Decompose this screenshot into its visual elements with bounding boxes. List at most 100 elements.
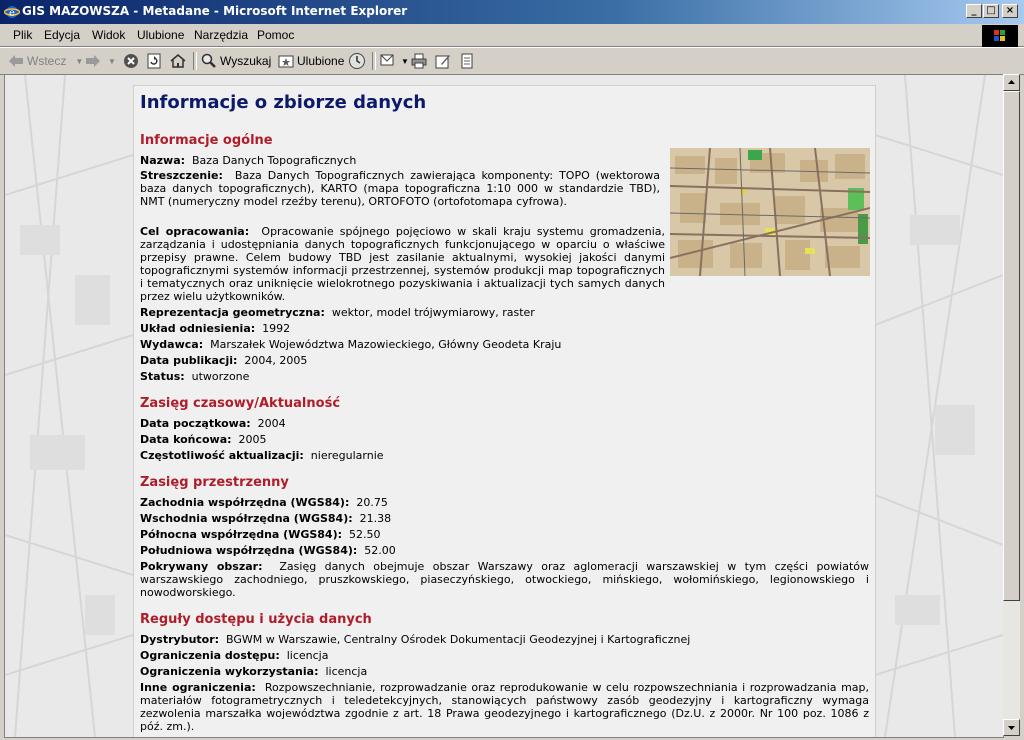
scroll-down-button[interactable] (1003, 719, 1020, 736)
mail-button[interactable]: ▼ (380, 52, 409, 70)
print-button[interactable] (411, 52, 427, 70)
field-value: licencja (325, 665, 368, 678)
field-label: Reprezentacja geometryczna: (140, 306, 325, 319)
field-dystrybutor: Dystrybutor: BGWM w Warszawie, Centralny… (140, 633, 869, 646)
windows-flag-icon (994, 30, 1005, 41)
field-cel: Cel opracowania: Opracowanie spójnego po… (140, 225, 665, 303)
stop-button[interactable] (123, 52, 139, 70)
scroll-up-button[interactable] (1003, 74, 1020, 91)
favorites-button[interactable]: Ulubione (278, 52, 344, 70)
field-czestotliwosc: Częstotliwość aktualizacji: nieregularni… (140, 449, 869, 462)
field-data-publikacji: Data publikacji: 2004, 2005 (140, 354, 869, 367)
field-label: Częstotliwość aktualizacji: (140, 449, 304, 462)
metadata-panel: Informacje o zbiorze danych Informacje o… (133, 85, 876, 737)
minimize-button[interactable]: _ (966, 4, 982, 18)
field-status: Status: utworzone (140, 370, 869, 383)
menu-pomoc[interactable]: Pomoc (257, 28, 294, 42)
arrow-down-icon (1008, 726, 1015, 730)
favorites-icon (278, 55, 294, 68)
printer-icon (411, 53, 427, 69)
field-value: 2004, 2005 (244, 354, 308, 367)
history-button[interactable] (348, 52, 366, 70)
arrow-up-icon (1008, 80, 1015, 84)
back-arrow-icon (9, 55, 23, 67)
title-bar: e GIS MAZOWSZA - Metadane - Microsoft In… (0, 0, 1024, 24)
internet-explorer-icon: e (4, 6, 20, 19)
field-value: Baza Danych Topograficznych (192, 154, 357, 167)
scroll-thumb[interactable] (1003, 91, 1020, 601)
field-data-koncowa: Data końcowa: 2005 (140, 433, 869, 446)
mail-icon (380, 54, 394, 66)
menu-narzedzia[interactable]: Narzędzia (194, 28, 248, 42)
field-uklad: Układ odniesienia: 1992 (140, 322, 869, 335)
field-label: Data początkowa: (140, 417, 251, 430)
search-icon (201, 53, 216, 68)
field-ograniczenia-wykorzystania: Ograniczenia wykorzystania: licencja (140, 665, 869, 678)
history-icon (349, 53, 365, 69)
field-value: BGWM w Warszawie, Centralny Ośrodek Doku… (226, 633, 691, 646)
menu-edycja[interactable]: Edycja (44, 28, 80, 42)
menu-plik[interactable]: Plik (13, 28, 32, 42)
back-label: Wstecz (27, 54, 67, 68)
refresh-button[interactable] (146, 52, 162, 70)
edit-icon (435, 55, 450, 69)
field-label: Data publikacji: (140, 354, 238, 367)
vertical-scrollbar[interactable] (1003, 74, 1020, 736)
close-button[interactable]: × (1002, 4, 1018, 18)
field-label: Cel opracowania: (140, 225, 250, 238)
map-thumbnail (670, 148, 870, 276)
search-label: Wyszukaj (220, 54, 272, 68)
page-title: Informacje o zbiorze danych (140, 92, 427, 113)
section-heading-general: Informacje ogólne (140, 133, 273, 148)
field-nazwa: Nazwa: Baza Danych Topograficznych (140, 154, 654, 167)
back-button[interactable]: Wstecz ▼ (8, 52, 83, 70)
field-label: Inne ograniczenia: (140, 681, 256, 694)
chevron-down-icon: ▼ (108, 56, 116, 66)
section-heading-access: Reguły dostępu i użycia danych (140, 612, 372, 627)
field-north: Północna współrzędna (WGS84): 52.50 (140, 528, 869, 541)
field-ograniczenia-dostepu: Ograniczenia dostępu: licencja (140, 649, 869, 662)
window-title: GIS MAZOWSZA - Metadane - Microsoft Inte… (22, 4, 408, 18)
field-value: 2004 (257, 417, 286, 430)
browser-viewport: Informacje o zbiorze danych Informacje o… (4, 74, 1004, 738)
forward-button[interactable]: ▼ (85, 52, 116, 70)
field-value: utworzone (191, 370, 250, 383)
field-label: Ograniczenia dostępu: (140, 649, 280, 662)
field-value: Marszałek Województwa Mazowieckiego, Głó… (210, 338, 562, 351)
field-value: wektor, model trójwymiarowy, raster (331, 306, 535, 319)
field-label: Dystrybutor: (140, 633, 220, 646)
field-data-poczatkowa: Data początkowa: 2004 (140, 417, 869, 430)
edit-button[interactable] (435, 52, 451, 70)
field-pokrywany-obszar: Pokrywany obszar: Zasięg danych obejmuje… (140, 560, 869, 599)
menu-bar: Plik Edycja Widok Ulubione Narzędzia Pom… (0, 24, 1024, 47)
home-button[interactable] (170, 52, 186, 70)
toolbar: Wstecz ▼ ▼ Wyszukaj Ulubione ▼ (0, 47, 1024, 75)
field-label: Południowa współrzędna (WGS84): (140, 544, 358, 557)
document-icon (461, 53, 473, 69)
section-heading-spatial: Zasięg przestrzenny (140, 475, 289, 490)
field-south: Południowa współrzędna (WGS84): 52.00 (140, 544, 869, 557)
field-west: Zachodnia współrzędna (WGS84): 20.75 (140, 496, 869, 509)
svg-text:e: e (9, 8, 15, 19)
menu-ulubione[interactable]: Ulubione (137, 28, 184, 42)
chevron-down-icon: ▼ (401, 56, 409, 66)
section-heading-temporal: Zasięg czasowy/Aktualność (140, 396, 341, 411)
field-east: Wschodnia współrzędna (WGS84): 21.38 (140, 512, 869, 525)
refresh-icon (147, 53, 161, 69)
field-label: Data końcowa: (140, 433, 232, 446)
discuss-button[interactable] (459, 52, 475, 70)
field-label: Status: (140, 370, 185, 383)
field-wydawca: Wydawca: Marszałek Województwa Mazowieck… (140, 338, 869, 351)
windows-logo (982, 25, 1018, 47)
forward-arrow-icon (86, 55, 100, 67)
field-value: 52.50 (349, 528, 381, 541)
toolbar-separator (193, 52, 197, 70)
search-button[interactable]: Wyszukaj (201, 52, 271, 70)
field-value: 52.00 (364, 544, 396, 557)
maximize-button[interactable]: □ (983, 4, 999, 18)
menu-widok[interactable]: Widok (92, 28, 125, 42)
field-value: 21.38 (359, 512, 392, 525)
field-inne-ograniczenia: Inne ograniczenia: Rozpowszechnianie, ro… (140, 681, 869, 733)
field-label: Wschodnia współrzędna (WGS84): (140, 512, 353, 525)
stop-icon (124, 54, 138, 68)
